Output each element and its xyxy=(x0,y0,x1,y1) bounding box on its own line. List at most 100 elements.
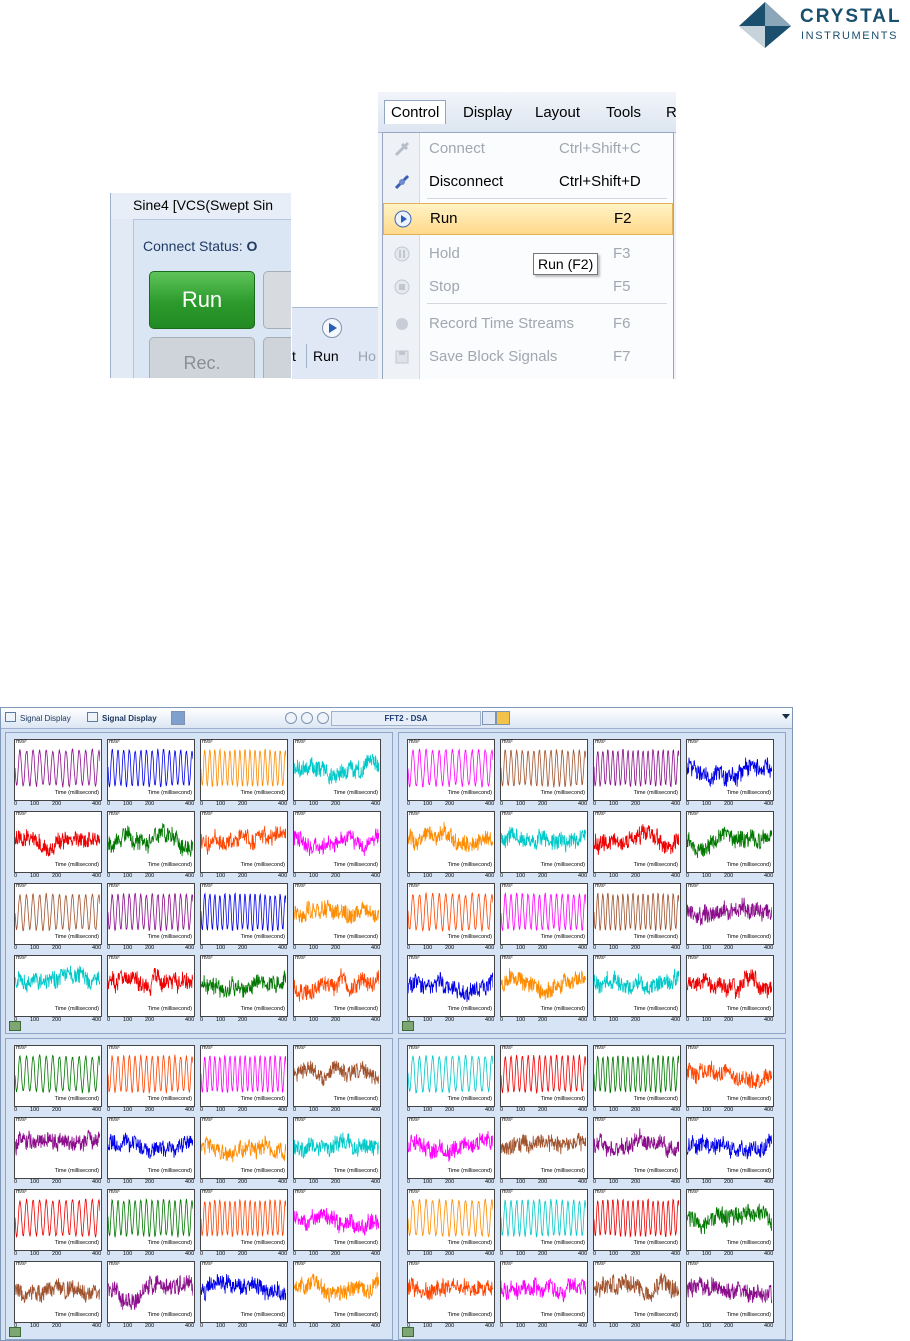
menu-item-shortcut: F7 xyxy=(613,348,631,365)
signal-plot[interactable]: m/s² Time (millisecond) 0 100 200 400 xyxy=(407,1045,495,1113)
signal-plot[interactable]: m/s² Time (millisecond) 0 100 200 400 xyxy=(14,1117,102,1185)
menu-item-hold[interactable]: Hold F3 xyxy=(383,239,673,269)
signal-plot[interactable]: m/s² Time (millisecond) 0 100 200 400 xyxy=(593,811,681,879)
run-icon[interactable] xyxy=(285,712,297,724)
signal-plot[interactable]: m/s² Time (millisecond) 0 100 200 400 xyxy=(407,811,495,879)
signal-plot[interactable]: m/s² Time (millisecond) 0 100 200 400 xyxy=(107,1117,195,1185)
signal-plot[interactable]: m/s² Time (millisecond) 0 100 200 400 xyxy=(500,1189,588,1257)
menu-item-disconnect[interactable]: Disconnect Ctrl+Shift+D xyxy=(383,167,673,197)
plot-unit-label: m/s² xyxy=(409,1261,420,1267)
signal-plot[interactable]: m/s² Time (millisecond) 0 100 200 400 xyxy=(593,955,681,1023)
signal-plot[interactable]: m/s² Time (millisecond) 0 100 200 400 xyxy=(107,955,195,1023)
menu-item-connect[interactable]: Connect Ctrl+Shift+C xyxy=(383,134,673,164)
signal-plot[interactable]: m/s² Time (millisecond) 0 100 200 400 xyxy=(500,1117,588,1185)
signal-plot[interactable]: m/s² Time (millisecond) 0 100 200 400 xyxy=(107,1261,195,1329)
signal-plot[interactable]: m/s² Time (millisecond) 0 100 200 400 xyxy=(200,1261,288,1329)
signal-plot[interactable]: m/s² Time (millisecond) 0 100 200 400 xyxy=(686,1045,774,1113)
signal-plot[interactable]: m/s² Time (millisecond) 0 100 200 400 xyxy=(293,955,381,1023)
signal-plot[interactable]: m/s² Time (millisecond) 0 100 200 400 xyxy=(686,1117,774,1185)
signal-plot[interactable]: m/s² Time (millisecond) 0 100 200 400 xyxy=(200,883,288,951)
signal-plot[interactable]: m/s² Time (millisecond) 0 100 200 400 xyxy=(200,739,288,807)
signal-plot[interactable]: m/s² Time (millisecond) 0 100 200 400 xyxy=(407,883,495,951)
settings-icon[interactable] xyxy=(496,711,510,725)
stop-button[interactable] xyxy=(263,337,291,378)
signal-plot[interactable]: m/s² Time (millisecond) 0 100 200 400 xyxy=(107,883,195,951)
signal-plot[interactable]: m/s² Time (millisecond) 0 100 200 400 xyxy=(593,1261,681,1329)
signal-plot[interactable]: m/s² Time (millisecond) 0 100 200 400 xyxy=(593,1117,681,1185)
signal-plot[interactable]: m/s² Time (millisecond) 0 100 200 400 xyxy=(14,739,102,807)
signal-plot[interactable]: m/s² Time (millisecond) 0 100 200 400 xyxy=(686,955,774,1023)
signal-plot[interactable]: m/s² Time (millisecond) 0 100 200 400 xyxy=(686,1261,774,1329)
signal-plot[interactable]: m/s² Time (millisecond) 0 100 200 400 xyxy=(293,1261,381,1329)
signal-plot[interactable]: m/s² Time (millisecond) 0 100 200 400 xyxy=(686,1189,774,1257)
menu-item-record-time-streams[interactable]: Record Time Streams F6 xyxy=(383,309,673,339)
signal-plot[interactable]: m/s² Time (millisecond) 0 100 200 400 xyxy=(593,1189,681,1257)
menu-display[interactable]: Display xyxy=(463,104,512,121)
menu-tools[interactable]: Tools xyxy=(606,104,641,121)
run-button[interactable]: Run xyxy=(149,271,255,329)
signal-plot[interactable]: m/s² Time (millisecond) 0 100 200 400 xyxy=(500,1261,588,1329)
signal-plot[interactable]: m/s² Time (millisecond) 0 100 200 400 xyxy=(293,1117,381,1185)
menu-item-run[interactable]: Run F2 xyxy=(383,203,673,235)
tick-label: 0 xyxy=(14,1179,18,1185)
tab-signal-display-2[interactable]: Signal Display xyxy=(87,712,157,723)
tab-signal-display-1[interactable]: Signal Display xyxy=(5,712,71,723)
signal-trace xyxy=(687,757,772,788)
tick-label: 400 xyxy=(278,945,288,951)
signal-plot[interactable]: m/s² Time (millisecond) 0 100 200 400 xyxy=(107,1189,195,1257)
hold-icon[interactable] xyxy=(301,712,313,724)
toolbar-run-label[interactable]: Run xyxy=(313,348,339,364)
signal-plot[interactable]: m/s² Time (millisecond) 0 100 200 400 xyxy=(200,1045,288,1113)
run-play-icon[interactable] xyxy=(322,318,342,338)
signal-plot[interactable]: m/s² Time (millisecond) 0 100 200 400 xyxy=(593,883,681,951)
chevron-down-icon[interactable] xyxy=(782,714,790,719)
signal-plot[interactable]: m/s² Time (millisecond) 0 100 200 400 xyxy=(200,1189,288,1257)
signal-plot[interactable]: m/s² Time (millisecond) 0 100 200 400 xyxy=(500,739,588,807)
menu-item-save-block-signals[interactable]: Save Block Signals F7 xyxy=(383,342,673,372)
signal-plot[interactable]: m/s² Time (millisecond) 0 100 200 400 xyxy=(14,1261,102,1329)
signal-plot[interactable]: m/s² Time (millisecond) 0 100 200 400 xyxy=(293,1045,381,1113)
signal-plot[interactable]: m/s² Time (millisecond) 0 100 200 400 xyxy=(14,1045,102,1113)
signal-plot[interactable]: m/s² Time (millisecond) 0 100 200 400 xyxy=(14,955,102,1023)
signal-plot[interactable]: m/s² Time (millisecond) 0 100 200 400 xyxy=(500,1045,588,1113)
signal-plot[interactable]: m/s² Time (millisecond) 0 100 200 400 xyxy=(14,811,102,879)
signal-plot[interactable]: m/s² Time (millisecond) 0 100 200 400 xyxy=(200,955,288,1023)
signal-plot[interactable]: m/s² Time (millisecond) 0 100 200 400 xyxy=(686,811,774,879)
signal-plot[interactable]: m/s² Time (millisecond) 0 100 200 400 xyxy=(500,955,588,1023)
menu-item-stop[interactable]: Stop F5 xyxy=(383,272,673,302)
signal-plot[interactable]: m/s² Time (millisecond) 0 100 200 400 xyxy=(14,1189,102,1257)
menu-next-fragment[interactable]: R xyxy=(666,104,676,121)
signal-plot[interactable]: m/s² Time (millisecond) 0 100 200 400 xyxy=(500,883,588,951)
signal-plot[interactable]: m/s² Time (millisecond) 0 100 200 400 xyxy=(107,739,195,807)
signal-plot[interactable]: m/s² Time (millisecond) 0 100 200 400 xyxy=(200,811,288,879)
signal-plot[interactable]: m/s² Time (millisecond) 0 100 200 400 xyxy=(686,739,774,807)
signal-plot[interactable]: m/s² Time (millisecond) 0 100 200 400 xyxy=(407,955,495,1023)
signal-plot[interactable]: m/s² Time (millisecond) 0 100 200 400 xyxy=(293,811,381,879)
menu-control[interactable]: Control xyxy=(384,100,447,124)
signal-plot[interactable]: m/s² Time (millisecond) 0 100 200 400 xyxy=(200,1117,288,1185)
signal-plot[interactable]: m/s² Time (millisecond) 0 100 200 400 xyxy=(407,1261,495,1329)
layout-icon[interactable] xyxy=(482,711,496,725)
signal-plot[interactable]: m/s² Time (millisecond) 0 100 200 400 xyxy=(107,1045,195,1113)
tick-label: 200 xyxy=(631,1107,641,1113)
signal-plot[interactable]: m/s² Time (millisecond) 0 100 200 400 xyxy=(686,883,774,951)
signal-plot[interactable]: m/s² Time (millisecond) 0 100 200 400 xyxy=(107,811,195,879)
plot-unit-label: m/s² xyxy=(109,955,120,961)
signal-plot[interactable]: m/s² Time (millisecond) 0 100 200 400 xyxy=(14,883,102,951)
signal-plot[interactable]: m/s² Time (millisecond) 0 100 200 400 xyxy=(500,811,588,879)
signal-plot[interactable]: m/s² Time (millisecond) 0 100 200 400 xyxy=(407,1117,495,1185)
record-button[interactable]: Rec. xyxy=(149,337,255,378)
signal-trace xyxy=(294,968,379,1002)
hold-button[interactable] xyxy=(263,271,291,329)
signal-plot[interactable]: m/s² Time (millisecond) 0 100 200 400 xyxy=(593,739,681,807)
plot-unit-label: m/s² xyxy=(16,1117,27,1123)
menu-layout[interactable]: Layout xyxy=(535,104,580,121)
signal-plot[interactable]: m/s² Time (millisecond) 0 100 200 400 xyxy=(407,739,495,807)
signal-plot[interactable]: m/s² Time (millisecond) 0 100 200 400 xyxy=(293,739,381,807)
signal-plot[interactable]: m/s² Time (millisecond) 0 100 200 400 xyxy=(293,883,381,951)
signal-plot[interactable]: m/s² Time (millisecond) 0 100 200 400 xyxy=(593,1045,681,1113)
signal-plot[interactable]: m/s² Time (millisecond) 0 100 200 400 xyxy=(407,1189,495,1257)
stop-icon[interactable] xyxy=(317,712,329,724)
signal-plot[interactable]: m/s² Time (millisecond) 0 100 200 400 xyxy=(293,1189,381,1257)
new-tab-icon[interactable] xyxy=(171,711,185,725)
